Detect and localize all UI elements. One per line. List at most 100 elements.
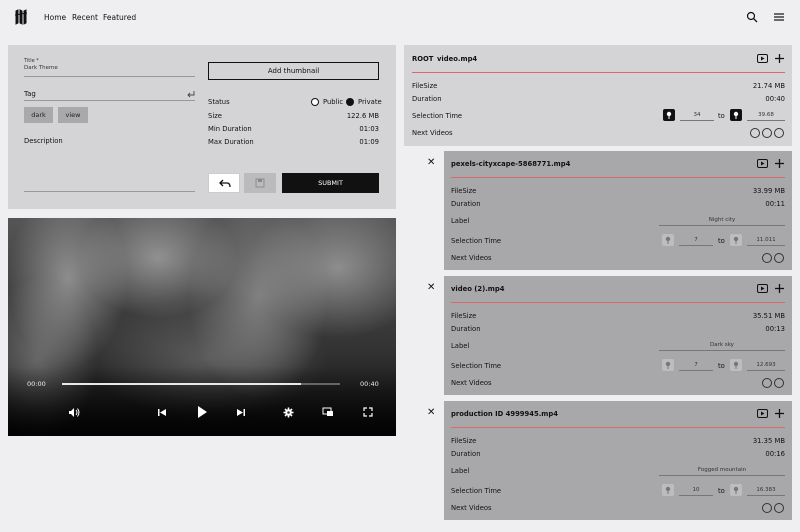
check-icon[interactable] (750, 128, 760, 138)
tag-input[interactable]: Tag (24, 90, 36, 98)
settings-icon[interactable] (283, 407, 294, 418)
card-filesize-value: 33.99 MB (752, 187, 785, 195)
previous-icon[interactable] (157, 408, 167, 417)
pin-icon (665, 236, 671, 244)
radio-public-label: Public (323, 98, 344, 106)
max-duration-value: 01:09 (359, 138, 379, 146)
card-next-videos-label: Next Videos (451, 254, 492, 262)
card-duration-value: 00:13 (765, 325, 785, 333)
seek-bar[interactable] (62, 383, 340, 385)
radio-public[interactable] (311, 98, 319, 106)
card-duration-label: Duration (451, 200, 481, 208)
nav-home[interactable]: Home (44, 13, 66, 22)
max-duration-label: Max Duration (208, 138, 254, 146)
title-label: Title * (24, 58, 39, 64)
enter-icon[interactable] (186, 90, 195, 98)
pin-icon (733, 486, 739, 494)
card-filesize-label: FileSize (451, 437, 477, 445)
card-label-input[interactable]: Fogged mountain (659, 465, 785, 476)
current-time: 00:00 (27, 380, 46, 388)
card-filesize-label: FileSize (451, 187, 477, 195)
undo-button[interactable] (208, 173, 240, 193)
search-icon[interactable] (746, 11, 758, 23)
start-pin-button[interactable] (662, 359, 674, 371)
card-filesize-value: 31.35 MB (752, 437, 785, 445)
description-input[interactable] (24, 191, 195, 192)
check-icon[interactable] (762, 128, 772, 138)
check-icon[interactable] (762, 503, 772, 513)
add-icon[interactable] (774, 158, 785, 169)
volume-icon[interactable] (68, 407, 80, 418)
add-icon[interactable] (774, 283, 785, 294)
root-duration-value: 00:40 (765, 95, 785, 103)
pin-icon (666, 111, 672, 119)
pin-icon (665, 486, 671, 494)
check-icon[interactable] (774, 253, 784, 263)
add-thumbnail-button[interactable]: Add thumbnail (208, 62, 379, 80)
description-label: Description (24, 137, 63, 145)
start-input[interactable]: 10 (679, 485, 713, 496)
card-label-input[interactable]: Night city (659, 215, 785, 226)
start-pin-button[interactable] (662, 484, 674, 496)
root-filesize-value: 21.74 MB (752, 82, 785, 90)
card-divider (451, 177, 785, 178)
next-icon[interactable] (236, 408, 246, 417)
root-label: ROOT (412, 55, 434, 63)
title-input[interactable]: Dark Theme (24, 65, 58, 71)
start-input[interactable]: 7 (679, 360, 713, 371)
preview-icon[interactable] (757, 409, 768, 418)
start-pin-button[interactable] (662, 234, 674, 246)
add-icon[interactable] (774, 408, 785, 419)
preview-icon[interactable] (757, 54, 768, 63)
root-start-input[interactable]: 34 (680, 110, 714, 121)
check-icon[interactable] (774, 503, 784, 513)
check-icon[interactable] (762, 253, 772, 263)
card-divider (451, 427, 785, 428)
end-input[interactable]: 12.693 (747, 360, 785, 371)
pin-icon (733, 236, 739, 244)
nav-recent[interactable]: Recent (72, 13, 98, 22)
preview-icon[interactable] (757, 159, 768, 168)
fullscreen-icon[interactable] (363, 407, 373, 417)
root-end-pin-button[interactable] (730, 109, 742, 121)
logo-icon[interactable] (14, 9, 28, 25)
controls-gradient (8, 366, 396, 436)
end-pin-button[interactable] (730, 234, 742, 246)
card-duration-label: Duration (451, 450, 481, 458)
menu-icon[interactable] (773, 11, 785, 23)
remove-card-button[interactable]: ✕ (427, 407, 435, 418)
check-icon[interactable] (774, 378, 784, 388)
radio-private-label: Private (358, 98, 382, 106)
end-pin-button[interactable] (730, 484, 742, 496)
video-player[interactable]: 00:00 00:40 (8, 218, 396, 436)
play-icon[interactable] (196, 405, 208, 419)
end-pin-button[interactable] (730, 359, 742, 371)
pin-icon (733, 361, 739, 369)
check-icon[interactable] (762, 378, 772, 388)
root-end-input[interactable]: 39.68 (747, 110, 785, 121)
radio-private[interactable] (346, 98, 354, 106)
size-label: Size (208, 112, 222, 120)
card-selection-label: Selection Time (451, 237, 502, 245)
root-filesize-label: FileSize (412, 82, 438, 90)
root-start-pin-button[interactable] (663, 109, 675, 121)
start-input[interactable]: 7 (679, 235, 713, 246)
remove-card-button[interactable]: ✕ (427, 157, 435, 168)
save-button[interactable] (244, 173, 276, 193)
size-value: 122.6 MB (346, 112, 379, 120)
nav-featured[interactable]: Featured (103, 13, 136, 22)
tag-chip-view[interactable]: view (58, 107, 88, 123)
tag-chip-dark[interactable]: dark (24, 107, 53, 123)
card-selection-label: Selection Time (451, 362, 502, 370)
root-file-name: video.mp4 (437, 55, 478, 63)
card-label-input[interactable]: Dark sky (659, 340, 785, 351)
end-input[interactable]: 16.383 (747, 485, 785, 496)
submit-button[interactable]: SUBMIT (282, 173, 379, 193)
card-next-videos-label: Next Videos (451, 379, 492, 387)
pip-icon[interactable] (322, 407, 334, 417)
remove-card-button[interactable]: ✕ (427, 282, 435, 293)
check-icon[interactable] (774, 128, 784, 138)
end-input[interactable]: 11.011 (747, 235, 785, 246)
preview-icon[interactable] (757, 284, 768, 293)
add-icon[interactable] (774, 53, 785, 64)
